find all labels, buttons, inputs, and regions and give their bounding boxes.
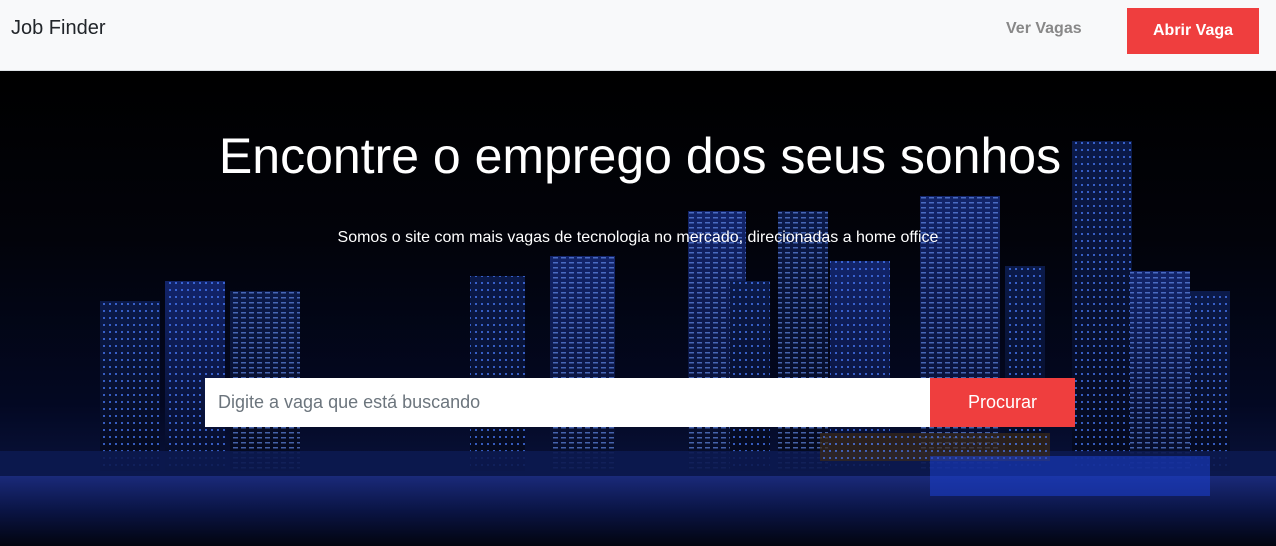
nav-link-ver-vagas[interactable]: Ver Vagas: [1006, 20, 1082, 38]
hero-subtitle: Somos o site com mais vagas de tecnologi…: [337, 229, 939, 246]
brand-logo[interactable]: Job Finder: [11, 17, 106, 40]
hero-section: Encontre o emprego dos seus sonhos Somos…: [0, 71, 1276, 546]
hero-title: Encontre o emprego dos seus sonhos: [218, 128, 1062, 184]
job-search-input[interactable]: [205, 378, 930, 427]
job-search-form: Procurar: [205, 378, 1075, 427]
search-button[interactable]: Procurar: [930, 378, 1075, 427]
open-job-button[interactable]: Abrir Vaga: [1127, 8, 1259, 54]
navbar: Job Finder Ver Vagas Abrir Vaga: [0, 0, 1276, 71]
